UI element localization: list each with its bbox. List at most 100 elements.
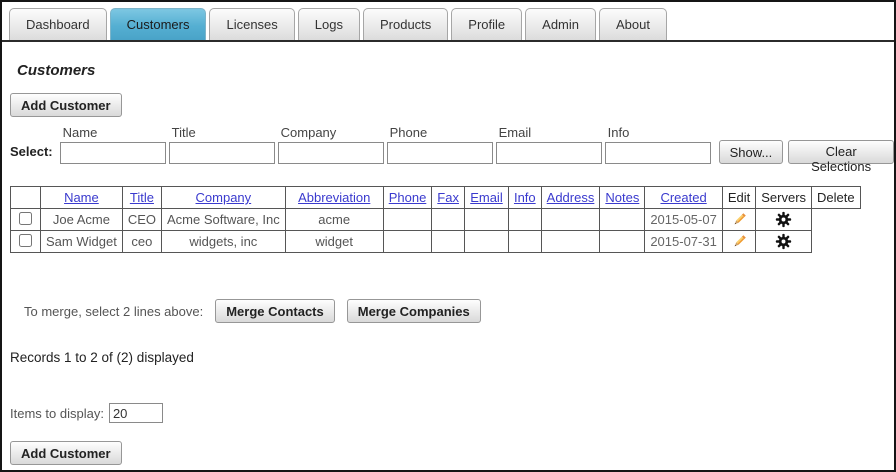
- filter-input-title[interactable]: [169, 142, 275, 164]
- cell-email: [464, 209, 508, 231]
- filter-input-info[interactable]: [605, 142, 711, 164]
- tab-licenses[interactable]: Licenses: [209, 8, 294, 40]
- tab-profile[interactable]: Profile: [451, 8, 522, 40]
- header-email: Email: [464, 187, 508, 209]
- filter-label-title: Title: [172, 125, 275, 140]
- row-checkbox[interactable]: [19, 234, 32, 247]
- header-notes: Notes: [600, 187, 645, 209]
- add-customer-button-top[interactable]: Add Customer: [10, 93, 122, 117]
- tab-about[interactable]: About: [599, 8, 667, 40]
- cell-address: [541, 231, 600, 253]
- row-checkbox[interactable]: [19, 212, 32, 225]
- cell-servers: [756, 231, 812, 253]
- sort-address-link[interactable]: Address: [547, 190, 595, 205]
- table-row: Joe Acme CEO Acme Software, Inc acme 201…: [11, 209, 861, 231]
- filter-label-info: Info: [608, 125, 711, 140]
- cell-company: Acme Software, Inc: [161, 209, 285, 231]
- filter-field-info: Info: [605, 125, 711, 164]
- table-row: Sam Widget ceo widgets, inc widget 2015-…: [11, 231, 861, 253]
- cell-notes: [600, 231, 645, 253]
- merge-contacts-button[interactable]: Merge Contacts: [215, 299, 335, 323]
- gear-icon[interactable]: [775, 211, 792, 228]
- header-name: Name: [41, 187, 123, 209]
- cell-abbreviation: widget: [285, 231, 383, 253]
- header-info: Info: [508, 187, 541, 209]
- cell-title: CEO: [122, 209, 161, 231]
- tab-logs[interactable]: Logs: [298, 8, 360, 40]
- header-address: Address: [541, 187, 600, 209]
- filter-label-company: Company: [281, 125, 384, 140]
- header-edit: Edit: [722, 187, 755, 209]
- cell-fax: [432, 209, 465, 231]
- cell-servers: [756, 209, 812, 231]
- cell-fax: [432, 231, 465, 253]
- tab-admin[interactable]: Admin: [525, 8, 596, 40]
- header-checkbox-col: [11, 187, 41, 209]
- cell-email: [464, 231, 508, 253]
- pencil-icon[interactable]: [731, 211, 748, 228]
- cell-notes: [600, 209, 645, 231]
- sort-created-link[interactable]: Created: [660, 190, 706, 205]
- items-to-display-input[interactable]: [109, 403, 163, 423]
- cell-abbreviation: acme: [285, 209, 383, 231]
- cell-edit: [722, 231, 755, 253]
- filter-input-phone[interactable]: [387, 142, 493, 164]
- header-company: Company: [161, 187, 285, 209]
- cell-phone: [383, 209, 432, 231]
- filter-field-name: Name: [60, 125, 166, 164]
- customers-table: Name Title Company Abbreviation Phone Fa…: [10, 186, 861, 253]
- tab-customers[interactable]: Customers: [110, 8, 207, 40]
- filter-input-company[interactable]: [278, 142, 384, 164]
- sort-phone-link[interactable]: Phone: [389, 190, 427, 205]
- sort-notes-link[interactable]: Notes: [605, 190, 639, 205]
- sort-info-link[interactable]: Info: [514, 190, 536, 205]
- items-to-display-label: Items to display:: [10, 406, 104, 421]
- sort-email-link[interactable]: Email: [470, 190, 503, 205]
- cell-title: ceo: [122, 231, 161, 253]
- cell-name: Sam Widget: [41, 231, 123, 253]
- cell-info: [508, 231, 541, 253]
- sort-name-link[interactable]: Name: [64, 190, 99, 205]
- sort-company-link[interactable]: Company: [196, 190, 252, 205]
- header-servers: Servers: [756, 187, 812, 209]
- row-checkbox-cell: [11, 231, 41, 253]
- add-customer-button-bottom[interactable]: Add Customer: [10, 441, 122, 465]
- show-button[interactable]: Show...: [719, 140, 784, 164]
- cell-info: [508, 209, 541, 231]
- clear-selections-button[interactable]: Clear Selections: [788, 140, 894, 164]
- cell-delete: [812, 209, 861, 231]
- select-label: Select:: [10, 144, 53, 159]
- app-window: Dashboard Customers Licenses Logs Produc…: [0, 0, 896, 472]
- sort-abbreviation-link[interactable]: Abbreviation: [298, 190, 370, 205]
- cell-edit: [722, 209, 755, 231]
- sort-title-link[interactable]: Title: [130, 190, 154, 205]
- header-phone: Phone: [383, 187, 432, 209]
- header-delete: Delete: [812, 187, 861, 209]
- tab-products[interactable]: Products: [363, 8, 448, 40]
- tab-dashboard[interactable]: Dashboard: [9, 8, 107, 40]
- filter-input-email[interactable]: [496, 142, 602, 164]
- merge-companies-button[interactable]: Merge Companies: [347, 299, 481, 323]
- merge-instruction: To merge, select 2 lines above:: [24, 304, 203, 319]
- records-summary: Records 1 to 2 of (2) displayed: [10, 350, 894, 365]
- header-abbreviation: Abbreviation: [285, 187, 383, 209]
- filter-label-name: Name: [63, 125, 166, 140]
- filter-input-name[interactable]: [60, 142, 166, 164]
- merge-section: To merge, select 2 lines above: Merge Co…: [24, 299, 894, 323]
- cell-delete: [812, 231, 861, 253]
- header-title: Title: [122, 187, 161, 209]
- pencil-icon[interactable]: [731, 233, 748, 250]
- cell-name: Joe Acme: [41, 209, 123, 231]
- sort-fax-link[interactable]: Fax: [437, 190, 459, 205]
- cell-address: [541, 209, 600, 231]
- filter-bar: Select: Name Title Company Phone Email I…: [10, 125, 894, 164]
- cell-created: 2015-05-07: [645, 209, 723, 231]
- page-title: Customers: [17, 62, 894, 79]
- gear-icon[interactable]: [775, 233, 792, 250]
- filter-field-email: Email: [496, 125, 602, 164]
- filter-field-phone: Phone: [387, 125, 493, 164]
- header-created: Created: [645, 187, 723, 209]
- tab-bar: Dashboard Customers Licenses Logs Produc…: [2, 2, 894, 42]
- filter-field-title: Title: [169, 125, 275, 164]
- filter-field-company: Company: [278, 125, 384, 164]
